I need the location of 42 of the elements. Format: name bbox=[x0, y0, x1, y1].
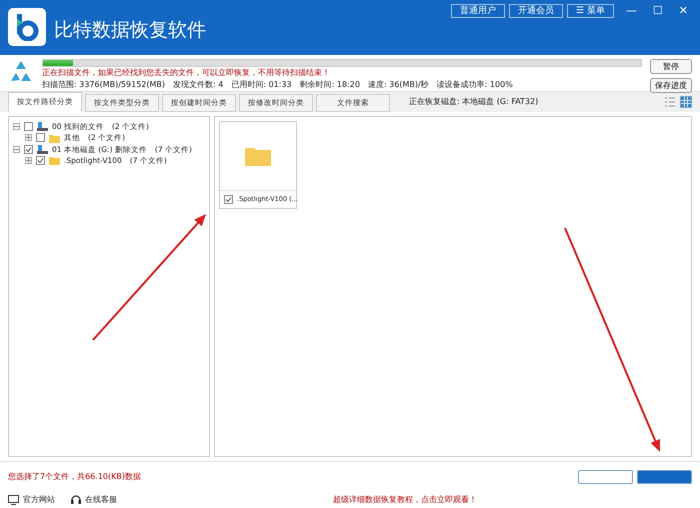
secondary-button[interactable] bbox=[578, 470, 633, 484]
scan-stat: 读设备成功率: 100% bbox=[436, 79, 513, 91]
folder-icon bbox=[49, 134, 60, 143]
grid-view-icon[interactable] bbox=[680, 96, 692, 108]
footer-link[interactable]: 官方网站 bbox=[23, 494, 55, 506]
minimize-button[interactable]: — bbox=[622, 5, 641, 17]
folder-icon bbox=[245, 146, 271, 166]
app-logo bbox=[8, 8, 46, 46]
scan-stat: 发现文件数: 4 bbox=[173, 79, 224, 91]
footer-link[interactable]: 在线客服 bbox=[85, 494, 117, 506]
maximize-button[interactable]: ☐ bbox=[648, 5, 667, 17]
save-progress-button[interactable]: 保存进度 bbox=[650, 78, 692, 93]
scan-stat: 速度: 36(MB)/秒 bbox=[368, 79, 429, 91]
close-button[interactable]: ✕ bbox=[674, 5, 692, 17]
checkbox[interactable] bbox=[24, 144, 33, 154]
menu-button[interactable]: ☰ 菜单 bbox=[566, 4, 614, 18]
checkbox[interactable] bbox=[224, 195, 233, 204]
selection-summary: 您选择了7个文件，共66.10(KB)数据 bbox=[8, 471, 141, 483]
scan-stat: 剩余时间: 18:20 bbox=[300, 79, 360, 91]
window-title: 比特数据恢复软件 bbox=[54, 18, 206, 43]
current-disk-label: 正在恢复磁盘: 本地磁盘 (G: FAT32) bbox=[409, 96, 538, 108]
expand-toggle[interactable] bbox=[25, 156, 32, 164]
folder-icon bbox=[49, 156, 60, 166]
expand-toggle[interactable] bbox=[25, 134, 32, 142]
checkbox[interactable] bbox=[36, 133, 45, 142]
drive-icon bbox=[37, 122, 48, 132]
tutorial-link[interactable]: 超级详细数据恢复教程，点击立即观看！ bbox=[333, 494, 477, 506]
list-view-icon[interactable] bbox=[664, 96, 676, 108]
expand-toggle[interactable] bbox=[13, 123, 20, 130]
primary-button[interactable] bbox=[637, 470, 692, 484]
scan-stat: 扫描范围: 3376(MB)/59152(MB) bbox=[42, 79, 166, 91]
checkbox[interactable] bbox=[36, 156, 45, 165]
monitor-icon bbox=[8, 495, 19, 505]
drive-icon bbox=[37, 144, 48, 154]
checkbox[interactable] bbox=[24, 122, 33, 132]
account-button[interactable]: 普通用户 bbox=[450, 4, 505, 18]
pause-button[interactable]: 暂停 bbox=[650, 59, 692, 74]
headset-icon bbox=[71, 495, 81, 505]
expand-toggle[interactable] bbox=[13, 146, 20, 153]
account-button[interactable]: 开通会员 bbox=[508, 4, 563, 18]
scan-stat: 已用时间: 01:33 bbox=[231, 79, 292, 91]
scan-message: 正在扫描文件，如果已经找到您丢失的文件，可以立即恢复，不用等待扫描结束！ bbox=[42, 67, 331, 79]
